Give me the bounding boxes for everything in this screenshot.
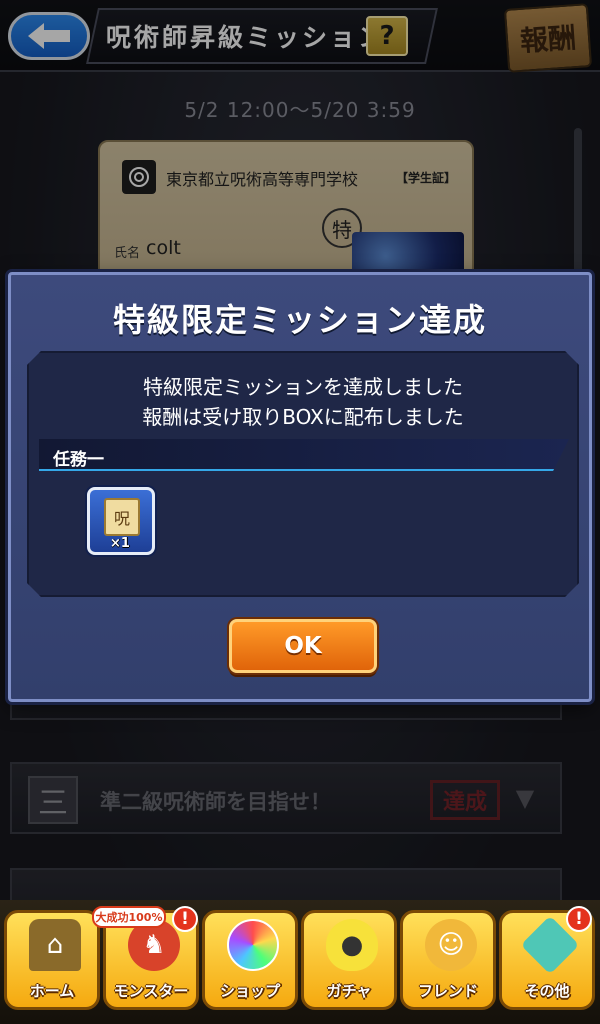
- nav-label: モンスター: [113, 982, 189, 1000]
- dialog-body: 特級限定ミッションを達成しました 報酬は受け取りBOXに配布しました 任務一 呪…: [27, 351, 579, 597]
- nav-label: フレンド: [417, 982, 478, 1000]
- nav-friends-button[interactable]: ☺ フレンド: [400, 910, 496, 1010]
- alert-badge: !: [172, 906, 198, 932]
- alert-badge: !: [566, 906, 592, 932]
- dialog-title: 特級限定ミッション達成: [112, 301, 487, 339]
- dialog-message-line-1: 特級限定ミッションを達成しました: [143, 375, 463, 399]
- egg-icon: ●: [326, 919, 378, 971]
- scroll-icon: 呪: [104, 498, 140, 536]
- reward-section-header: 任務一: [39, 439, 569, 471]
- dialog-message-line-2: 報酬は受け取りBOXに配布しました: [142, 405, 464, 429]
- nav-label: その他: [524, 982, 570, 1000]
- promo-badge: 大成功100%: [92, 906, 166, 928]
- reward-item[interactable]: 呪 ×1: [87, 487, 155, 555]
- ok-button[interactable]: OK: [229, 619, 377, 673]
- reward-section-label: 任務一: [53, 450, 104, 470]
- orb-icon: [227, 919, 279, 971]
- friends-icon: ☺: [425, 919, 477, 971]
- mission-complete-dialog: 特級限定ミッション達成 特級限定ミッションを達成しました 報酬は受け取りBOXに…: [8, 272, 592, 702]
- nav-label: ホーム: [29, 982, 75, 1000]
- nav-home-button[interactable]: ⌂ ホーム: [4, 910, 100, 1010]
- home-icon: ⌂: [29, 919, 81, 971]
- nav-label: ショップ: [219, 982, 280, 1000]
- nav-gacha-button[interactable]: ● ガチャ: [301, 910, 397, 1010]
- nav-shop-button[interactable]: ショップ: [202, 910, 298, 1010]
- nav-label: ガチャ: [326, 982, 372, 1000]
- reward-quantity: ×1: [110, 536, 130, 551]
